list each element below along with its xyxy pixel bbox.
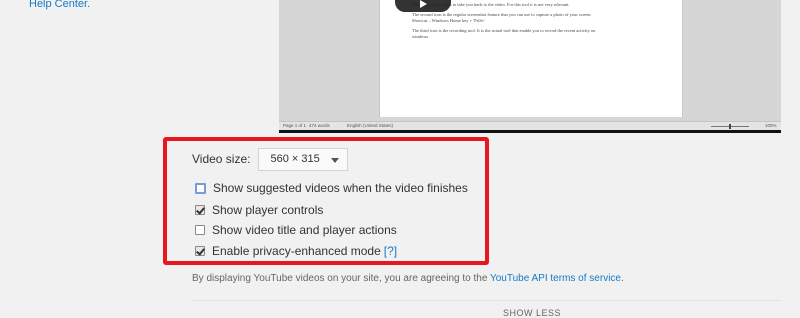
help-center-link[interactable]: Help Center. <box>29 0 90 10</box>
suggested-videos-checkbox[interactable] <box>195 182 206 194</box>
option-player-controls[interactable]: Show player controls <box>195 202 323 218</box>
document-page: The first icon is a link to take you bac… <box>379 0 683 117</box>
zoom-level: 100% <box>765 123 777 128</box>
option-video-title[interactable]: Show video title and player actions <box>195 222 397 238</box>
player-controls-checkbox[interactable] <box>195 205 205 215</box>
status-language: English (United States) <box>347 123 394 128</box>
zoom-thumb <box>729 124 731 129</box>
show-less-button[interactable]: SHOW LESS <box>503 308 561 318</box>
option-privacy-mode[interactable]: Enable privacy-enhanced mode [?] <box>195 243 397 259</box>
option-suggested-videos[interactable]: Show suggested videos when the video fin… <box>195 180 468 196</box>
video-size-label: Video size: <box>192 152 251 166</box>
status-words: 474 words <box>309 123 330 128</box>
video-size-select[interactable]: 560 × 315 <box>258 147 349 171</box>
video-progress-bar <box>279 130 781 133</box>
doc-line: The second icon is the regular screensho… <box>412 12 592 17</box>
privacy-mode-checkbox[interactable] <box>195 246 205 256</box>
divider <box>192 300 781 301</box>
privacy-help-link[interactable]: [?] <box>384 244 397 258</box>
status-page: Page 1 of 1 <box>283 123 307 128</box>
option-label: Show suggested videos when the video fin… <box>213 181 468 195</box>
option-label: Show video title and player actions <box>212 223 397 237</box>
chevron-down-icon <box>331 157 340 163</box>
terms-end: . <box>620 273 624 284</box>
play-icon[interactable] <box>395 0 451 12</box>
doc-line: Shortcut – Windows Home key + 'PrtSc' <box>412 18 485 23</box>
video-preview[interactable]: The first icon is a link to take you bac… <box>279 0 781 133</box>
terms-text: By displaying YouTube videos on your sit… <box>192 273 490 284</box>
video-size-value: 560 × 315 <box>270 153 320 165</box>
terms-of-service-link[interactable]: YouTube API terms of service <box>490 273 621 284</box>
view-mode-icons <box>683 123 705 133</box>
option-label: Enable privacy-enhanced mode <box>212 244 381 258</box>
doc-line: The third icon is the recording tool. It… <box>412 28 596 33</box>
doc-line: windows <box>412 34 429 39</box>
option-label: Show player controls <box>212 203 324 217</box>
video-title-checkbox[interactable] <box>195 225 205 235</box>
terms-notice: By displaying YouTube videos on your sit… <box>192 273 624 284</box>
video-size-row: Video size: 560 × 315 <box>192 147 349 171</box>
